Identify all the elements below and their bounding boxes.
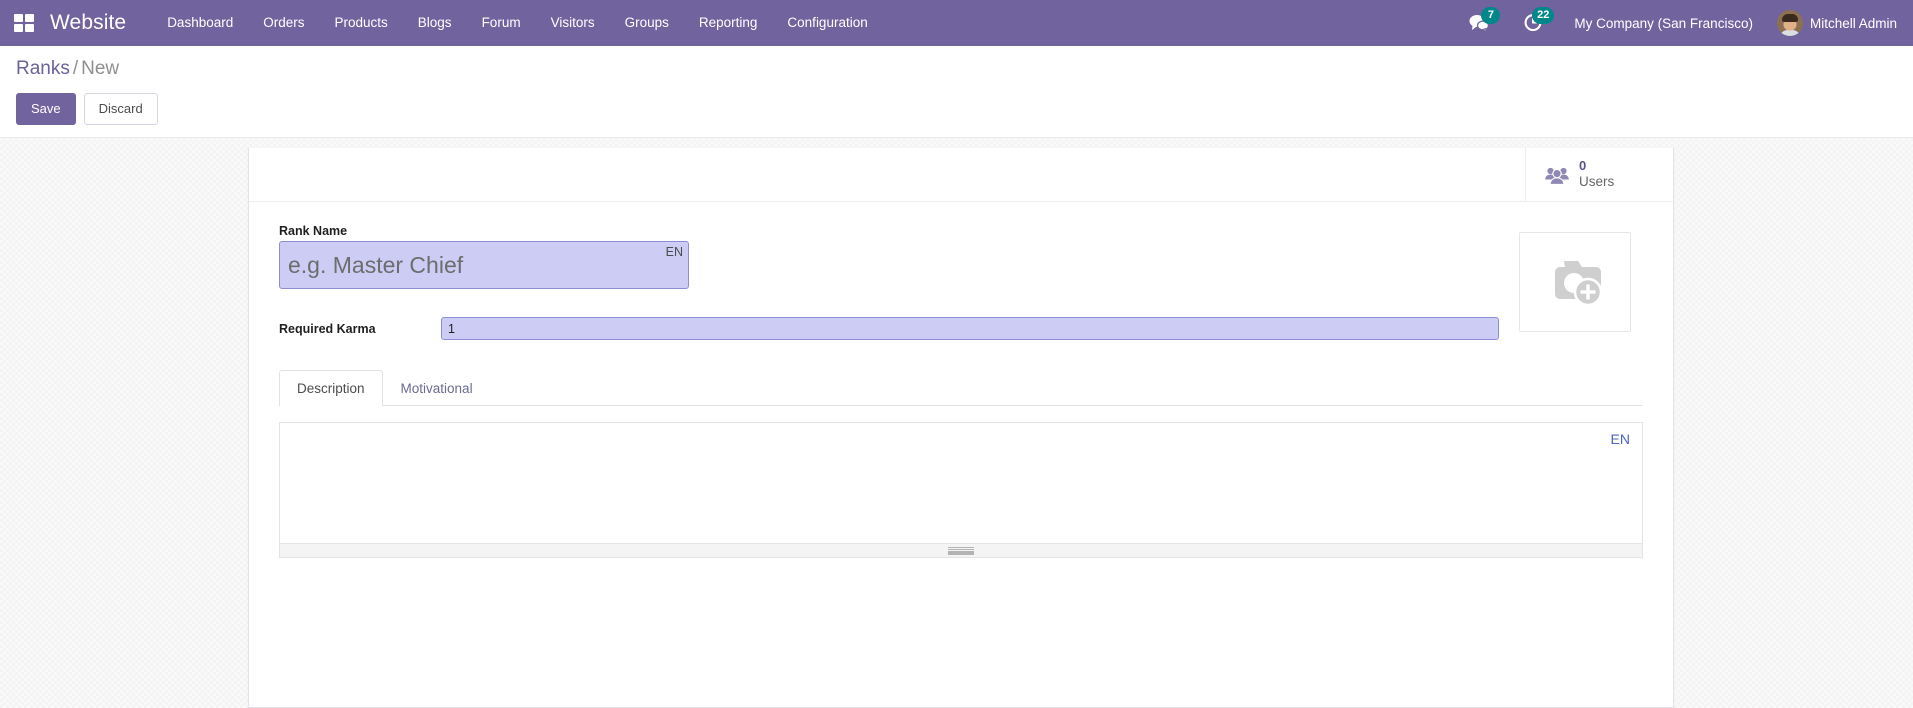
- user-name-label: Mitchell Admin: [1809, 15, 1897, 31]
- form-sheet: 0 Users Rank Name EN Required Karma: [248, 148, 1674, 708]
- resize-grip-icon: [948, 546, 974, 555]
- nav-item-dashboard[interactable]: Dashboard: [152, 3, 248, 43]
- smart-button-users-label: Users: [1579, 174, 1615, 190]
- avatar: [1776, 10, 1803, 36]
- navbar-menu: Dashboard Orders Products Blogs Forum Vi…: [152, 3, 883, 43]
- required-karma-input[interactable]: [441, 317, 1499, 340]
- nav-item-reporting[interactable]: Reporting: [684, 3, 773, 43]
- form-top-section: Rank Name EN Required Karma: [279, 224, 1643, 340]
- nav-item-blogs[interactable]: Blogs: [403, 3, 467, 43]
- breadcrumb-separator: /: [72, 58, 79, 79]
- notebook-tab-headers: Description Motivational: [279, 370, 1643, 407]
- notebook: Description Motivational EN: [279, 370, 1643, 559]
- nav-item-products[interactable]: Products: [320, 3, 403, 43]
- form-fields-column: Rank Name EN Required Karma: [279, 224, 1499, 340]
- description-lang-badge[interactable]: EN: [1611, 431, 1630, 447]
- smart-button-users-value: 0: [1579, 157, 1587, 173]
- nav-item-orders[interactable]: Orders: [248, 3, 319, 43]
- rank-image-upload[interactable]: [1519, 232, 1631, 332]
- app-brand-website[interactable]: Website: [44, 11, 136, 35]
- apps-menu-button[interactable]: [8, 7, 40, 39]
- breadcrumb-current-new: New: [81, 58, 120, 79]
- form-background: 0 Users Rank Name EN Required Karma: [0, 138, 1913, 708]
- image-column: [1499, 224, 1643, 340]
- messages-badge: 7: [1481, 7, 1501, 24]
- nav-item-configuration[interactable]: Configuration: [772, 3, 882, 43]
- breadcrumb-parent-ranks[interactable]: Ranks: [16, 58, 70, 79]
- company-switcher[interactable]: My Company (San Francisco): [1560, 16, 1767, 31]
- user-menu[interactable]: Mitchell Admin: [1767, 10, 1899, 36]
- nav-item-visitors[interactable]: Visitors: [536, 3, 610, 43]
- nav-item-groups[interactable]: Groups: [610, 3, 684, 43]
- tab-motivational[interactable]: Motivational: [383, 370, 491, 406]
- tab-description[interactable]: Description: [279, 370, 383, 407]
- notebook-tab-panel: EN: [279, 406, 1643, 559]
- rank-name-label: Rank Name: [279, 224, 348, 238]
- description-html-editor[interactable]: EN: [279, 422, 1643, 545]
- smart-button-text: 0 Users: [1579, 158, 1614, 191]
- smart-button-users[interactable]: 0 Users: [1525, 148, 1673, 201]
- control-panel: Ranks / New Save Discard: [0, 46, 1913, 138]
- breadcrumb: Ranks / New: [16, 58, 1897, 81]
- camera-add-icon: [1555, 261, 1603, 307]
- rank-name-input-wrap: EN: [279, 241, 689, 289]
- form-body: Rank Name EN Required Karma: [249, 202, 1673, 559]
- navbar-right-section: 7 22 My Company (San Francisco) Mitchell…: [1452, 0, 1899, 46]
- rank-name-input[interactable]: [279, 241, 689, 289]
- users-group-icon: [1544, 165, 1570, 185]
- required-karma-row: Required Karma: [279, 317, 1499, 340]
- required-karma-label: Required Karma: [279, 321, 376, 336]
- discard-button[interactable]: Discard: [83, 92, 158, 125]
- activities-button[interactable]: 22: [1506, 0, 1560, 46]
- nav-item-forum[interactable]: Forum: [467, 3, 536, 43]
- record-action-buttons: Save Discard: [16, 92, 1897, 125]
- apps-grid-icon: [14, 14, 34, 32]
- save-button[interactable]: Save: [16, 92, 76, 125]
- activities-badge: 22: [1532, 7, 1555, 24]
- smart-button-box: 0 Users: [249, 148, 1673, 202]
- messages-button[interactable]: 7: [1452, 0, 1506, 46]
- description-editor-resize-bar[interactable]: [279, 544, 1643, 559]
- main-navbar: Website Dashboard Orders Products Blogs …: [0, 0, 1913, 46]
